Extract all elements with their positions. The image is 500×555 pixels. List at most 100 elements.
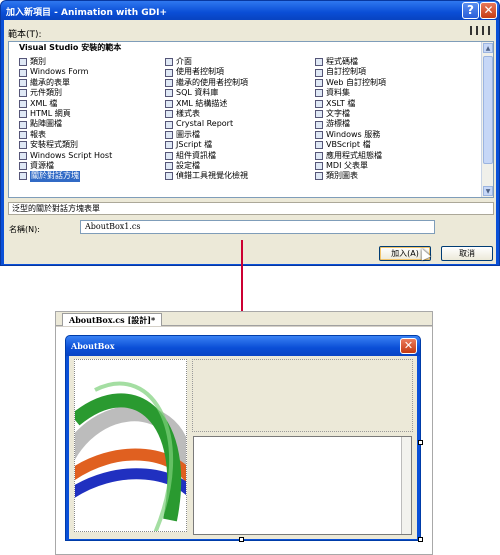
- template-item-label: 圖示檔: [176, 129, 200, 139]
- template-item[interactable]: 程式碼檔: [315, 57, 386, 67]
- template-item[interactable]: 游標檔: [315, 119, 386, 129]
- template-item-label: 介面: [176, 57, 192, 66]
- template-item[interactable]: 類別: [19, 57, 112, 67]
- template-item[interactable]: 自訂控制項: [315, 67, 386, 77]
- template-item[interactable]: MDI 父表單: [315, 161, 386, 171]
- template-item[interactable]: Crystal Report: [165, 119, 248, 129]
- template-item-label: 安裝程式類別: [30, 140, 78, 150]
- template-item-label: Windows Script Host: [30, 150, 113, 160]
- large-icons-view-icon[interactable]: [470, 26, 478, 35]
- description-textbox[interactable]: [193, 436, 412, 535]
- template-item[interactable]: 偵錯工具視覺化檢視: [165, 171, 248, 181]
- tab-aboutbox-design[interactable]: AboutBox.cs [設計]*: [62, 313, 163, 326]
- template-item[interactable]: 點陣圖檔: [19, 119, 112, 129]
- template-item[interactable]: 組件資訊檔: [165, 151, 248, 161]
- template-item[interactable]: Windows 服務: [315, 130, 386, 140]
- small-icons-view-icon[interactable]: [482, 26, 490, 35]
- help-button[interactable]: ?: [462, 2, 479, 19]
- description-scrollbar[interactable]: [401, 437, 411, 534]
- template-item-label: 報表: [30, 129, 46, 139]
- scroll-thumb[interactable]: [483, 56, 493, 164]
- resize-grip[interactable]: [418, 440, 423, 445]
- template-item[interactable]: 類別圖表: [315, 171, 386, 181]
- template-icon: [315, 89, 323, 98]
- resize-grip[interactable]: [418, 537, 423, 542]
- template-icon: [315, 78, 323, 87]
- template-item[interactable]: 圖示檔: [165, 130, 248, 140]
- close-button[interactable]: ✕: [480, 2, 497, 19]
- template-icon: [315, 151, 323, 160]
- template-icon: [19, 120, 27, 129]
- form-close-icon[interactable]: ✕: [400, 338, 417, 354]
- template-item[interactable]: 介面: [165, 57, 248, 67]
- template-icon: [165, 89, 173, 98]
- template-icon: [165, 78, 173, 87]
- template-item-label: XSLT 檔: [326, 98, 356, 108]
- scroll-up-arrow-icon[interactable]: ▲: [483, 43, 493, 53]
- document-tab-bar: AboutBox.cs [設計]*: [56, 312, 432, 326]
- template-item-label: 自訂控制項: [326, 67, 366, 77]
- template-item[interactable]: 關於對話方塊: [19, 171, 112, 182]
- template-item[interactable]: XML 檔: [19, 99, 112, 109]
- template-item-label: VBScript 檔: [326, 140, 371, 150]
- info-labels-panel: [192, 359, 413, 432]
- template-item-label: HTML 網頁: [30, 108, 71, 118]
- template-item[interactable]: 元件類別: [19, 88, 112, 98]
- template-item[interactable]: 資料集: [315, 88, 386, 98]
- template-item-label: 關於對話方塊: [30, 171, 80, 182]
- template-icon: [19, 130, 27, 139]
- template-icon: [165, 172, 173, 181]
- template-item-label: 樣式表: [176, 108, 200, 118]
- template-item-label: SQL 資料庫: [176, 88, 219, 98]
- template-item[interactable]: 安裝程式類別: [19, 140, 112, 150]
- template-item-label: 應用程式組態檔: [326, 150, 382, 160]
- template-item-label: 文字檔: [326, 108, 350, 118]
- scroll-down-arrow-icon[interactable]: ▼: [483, 186, 493, 196]
- template-item[interactable]: 繼承的表單: [19, 78, 112, 88]
- template-item[interactable]: JScript 檔: [165, 140, 248, 150]
- template-item[interactable]: 資源檔: [19, 161, 112, 171]
- template-item[interactable]: SQL 資料庫: [165, 88, 248, 98]
- template-item[interactable]: VBScript 檔: [315, 140, 386, 150]
- template-item[interactable]: 使用者控制項: [165, 67, 248, 77]
- template-item[interactable]: XSLT 檔: [315, 99, 386, 109]
- template-item-label: 游標檔: [326, 119, 350, 129]
- template-icon: [315, 141, 323, 150]
- template-item[interactable]: Windows Form: [19, 67, 112, 77]
- template-item[interactable]: 文字檔: [315, 109, 386, 119]
- template-item[interactable]: XML 結構描述: [165, 99, 248, 109]
- template-icon: [19, 78, 27, 87]
- template-item[interactable]: 繼承的使用者控制項: [165, 78, 248, 88]
- template-icon: [19, 151, 27, 160]
- template-item[interactable]: Windows Script Host: [19, 151, 112, 161]
- view-mode-toggle[interactable]: [470, 26, 492, 36]
- logo-picturebox[interactable]: [74, 359, 187, 532]
- template-item[interactable]: 應用程式組態檔: [315, 151, 386, 161]
- templates-scrollbar[interactable]: ▲ ▼: [481, 42, 493, 197]
- template-icon: [165, 151, 173, 160]
- template-item-label: 點陣圖檔: [30, 119, 62, 129]
- template-item[interactable]: 報表: [19, 130, 112, 140]
- template-icon: [165, 110, 173, 119]
- template-item-label: 設定檔: [176, 160, 200, 170]
- template-icon: [165, 130, 173, 139]
- template-icon: [165, 58, 173, 67]
- dialog-title-bar[interactable]: 加入新項目 - Animation with GDI+ ? ✕: [1, 1, 499, 20]
- name-input[interactable]: AboutBox1.cs: [80, 220, 435, 234]
- template-item-label: MDI 父表單: [326, 160, 368, 170]
- cancel-button[interactable]: 取消: [441, 246, 493, 261]
- aboutbox-form[interactable]: AboutBox ✕: [65, 335, 421, 541]
- resize-grip[interactable]: [239, 537, 244, 542]
- name-label: 名稱(N):: [9, 225, 40, 234]
- template-item[interactable]: 樣式表: [165, 109, 248, 119]
- template-item[interactable]: HTML 網頁: [19, 109, 112, 119]
- templates-label: 範本(T):: [8, 30, 42, 40]
- template-item[interactable]: Web 自訂控制項: [315, 78, 386, 88]
- templates-list[interactable]: Visual Studio 安裝的範本 類別 Windows Form 繼承的表單元…: [8, 41, 494, 198]
- template-icon: [165, 99, 173, 108]
- form-title-bar[interactable]: AboutBox ✕: [66, 336, 420, 356]
- form-client-area: [69, 356, 417, 539]
- template-item-label: 使用者控制項: [176, 67, 224, 77]
- template-item[interactable]: 設定檔: [165, 161, 248, 171]
- template-item-label: XML 檔: [30, 98, 58, 108]
